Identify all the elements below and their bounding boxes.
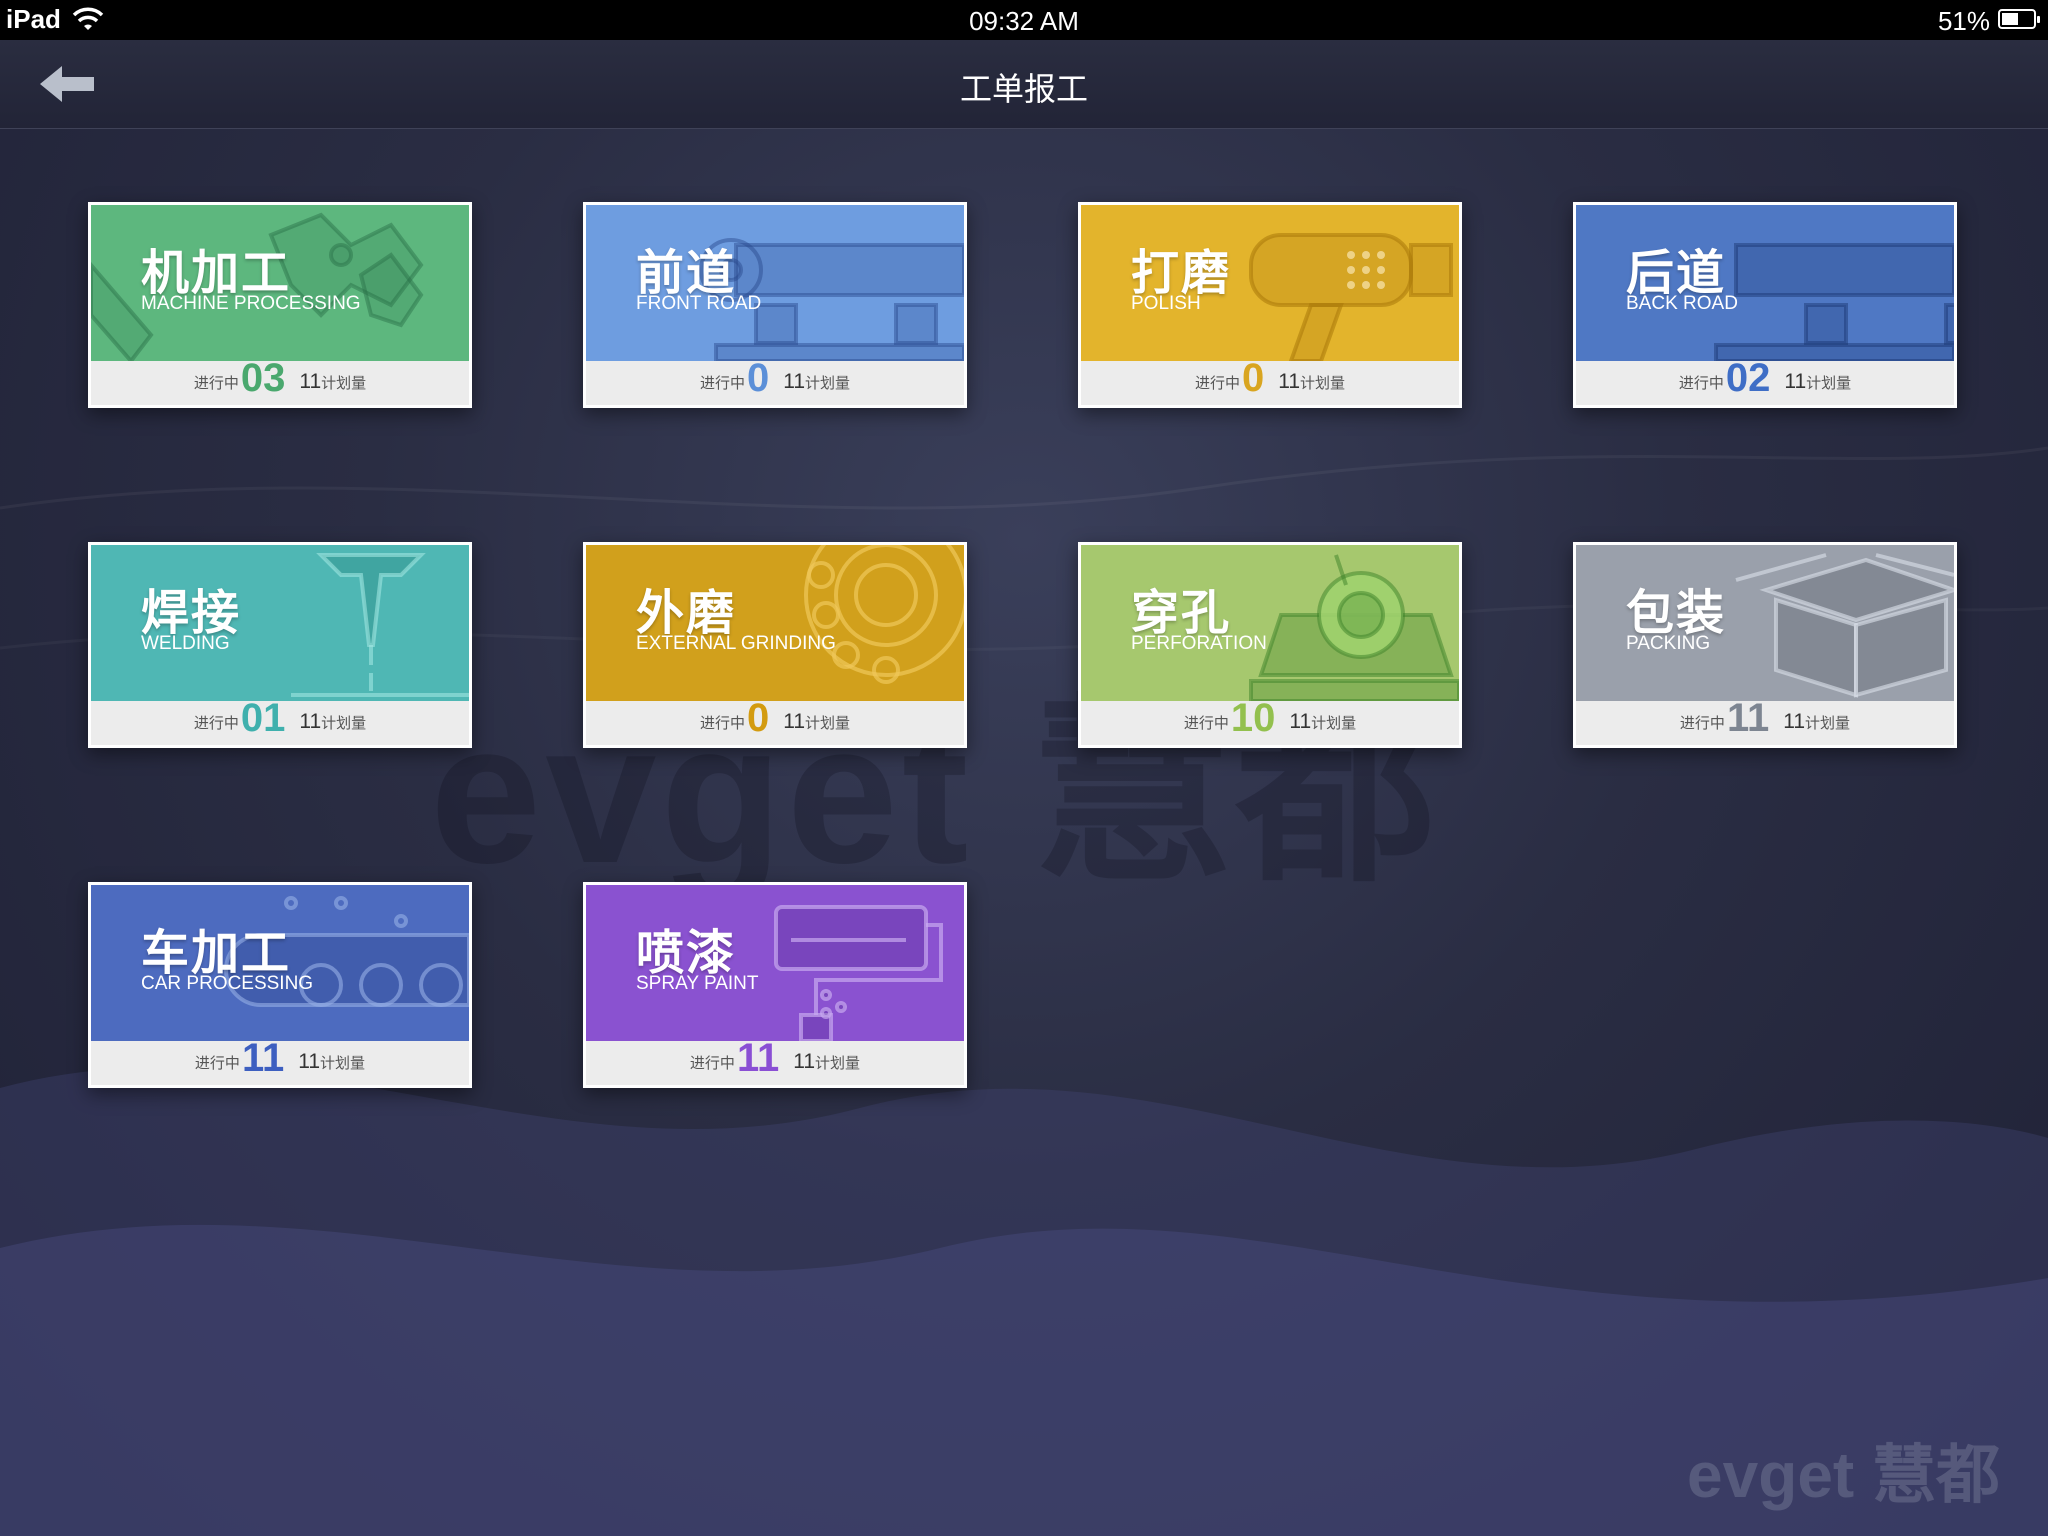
tile-machine-processing[interactable]: 机加工 MACHINE PROCESSING 进行中03 11计划量 [88,202,472,408]
plan-label: 计划量 [1300,375,1346,392]
plan-count: 11 [783,370,806,393]
in-progress-count: 0 [746,696,770,740]
plan-count: 11 [1278,370,1301,393]
plan-label: 计划量 [1806,375,1852,392]
tile-subtitle: EXTERNAL GRINDING [636,633,836,654]
tile-stats: 进行中11 11计划量 [586,1036,964,1085]
plan-label: 计划量 [321,375,367,392]
plan-count: 11 [298,1050,321,1073]
in-progress-label: 进行中 [1194,375,1240,392]
tile-stats: 进行中0 11计划量 [586,356,964,405]
tile-back-road[interactable]: 后道 BACK ROAD 进行中02 11计划量 [1573,202,1957,408]
tile-subtitle: BACK ROAD [1626,293,1738,314]
plan-count: 11 [793,1050,816,1073]
plan-label: 计划量 [1805,715,1851,732]
in-progress-label: 进行中 [1678,375,1724,392]
tile-stats: 进行中02 11计划量 [1576,356,1954,405]
plan-count: 11 [1289,710,1312,733]
tile-header: 后道 BACK ROAD [1576,205,1954,361]
tile-header: 外磨 EXTERNAL GRINDING [586,545,964,701]
tile-stats: 进行中11 11计划量 [91,1036,469,1085]
in-progress-label: 进行中 [1679,715,1725,732]
in-progress-label: 进行中 [194,1055,240,1072]
in-progress-count: 02 [1725,356,1771,400]
tile-car-processing[interactable]: 车加工 CAR PROCESSING 进行中11 11计划量 [88,882,472,1088]
in-progress-count: 01 [240,696,286,740]
tile-header: 车加工 CAR PROCESSING [91,885,469,1041]
tile-subtitle: WELDING [141,633,230,654]
plan-label: 计划量 [1311,715,1357,732]
status-time: 09:32 AM [969,6,1079,36]
in-progress-count: 0 [1241,356,1265,400]
tile-stats: 进行中0 11计划量 [586,696,964,745]
in-progress-label: 进行中 [1183,715,1229,732]
tile-subtitle: SPRAY PAINT [636,973,759,994]
plan-count: 11 [299,370,322,393]
tile-subtitle: PERFORATION [1131,633,1267,654]
plan-label: 计划量 [805,375,851,392]
plan-label: 计划量 [320,1055,366,1072]
tile-subtitle: MACHINE PROCESSING [141,293,361,314]
corner-watermark: evget 慧都 [1687,1439,2000,1511]
in-progress-count: 11 [1726,696,1770,740]
tile-stats: 进行中11 11计划量 [1576,696,1954,745]
plan-label: 计划量 [805,715,851,732]
plan-count: 11 [783,710,806,733]
tile-header: 喷漆 SPRAY PAINT [586,885,964,1041]
in-progress-count: 11 [241,1036,285,1080]
battery-percent: 51% [1937,6,1990,36]
in-progress-count: 03 [240,356,286,400]
tile-subtitle: CAR PROCESSING [141,973,314,994]
plan-count: 11 [1783,710,1806,733]
tile-stats: 进行中10 11计划量 [1081,696,1459,745]
tile-stats: 进行中01 11计划量 [91,696,469,745]
tile-front-road[interactable]: 前道 FRONT ROAD 进行中0 11计划量 [583,202,967,408]
tile-subtitle: PACKING [1626,633,1711,654]
tile-header: 穿孔 PERFORATION [1081,545,1459,701]
in-progress-label: 进行中 [193,715,239,732]
in-progress-label: 进行中 [689,1055,735,1072]
plan-label: 计划量 [321,715,367,732]
tile-perforation[interactable]: 穿孔 PERFORATION 进行中10 11计划量 [1078,542,1462,748]
tile-welding[interactable]: 焊接 WELDING 进行中01 11计划量 [88,542,472,748]
tile-stats: 进行中03 11计划量 [91,356,469,405]
in-progress-label: 进行中 [699,715,745,732]
plan-count: 11 [299,710,322,733]
tile-header: 机加工 MACHINE PROCESSING [91,205,469,361]
tile-subtitle: FRONT ROAD [636,293,762,314]
page-title: 工单报工 [959,70,1088,108]
tile-header: 包装 PACKING [1576,545,1954,701]
tile-polish[interactable]: 打磨 POLISH 进行中0 11计划量 [1078,202,1462,408]
tile-stats: 进行中0 11计划量 [1081,356,1459,405]
tile-header: 前道 FRONT ROAD [586,205,964,361]
tile-external-grinding[interactable]: 外磨 EXTERNAL GRINDING 进行中0 11计划量 [583,542,967,748]
tile-packing[interactable]: 包装 PACKING 进行中11 11计划量 [1573,542,1957,748]
tile-subtitle: POLISH [1131,293,1201,314]
plan-label: 计划量 [815,1055,861,1072]
nav-bar: 工单报工 [0,40,2048,129]
tile-header: 焊接 WELDING [91,545,469,701]
tile-header: 打磨 POLISH [1081,205,1459,361]
in-progress-count: 0 [746,356,770,400]
in-progress-count: 11 [736,1036,780,1080]
tile-spray-paint[interactable]: 喷漆 SPRAY PAINT 进行中11 11计划量 [583,882,967,1088]
in-progress-count: 10 [1230,696,1276,740]
battery-icon [1998,9,2040,29]
status-bar: iPad 09:32 AM 51% [0,0,2048,40]
in-progress-label: 进行中 [699,375,745,392]
in-progress-label: 进行中 [193,375,239,392]
plan-count: 11 [1784,370,1807,393]
